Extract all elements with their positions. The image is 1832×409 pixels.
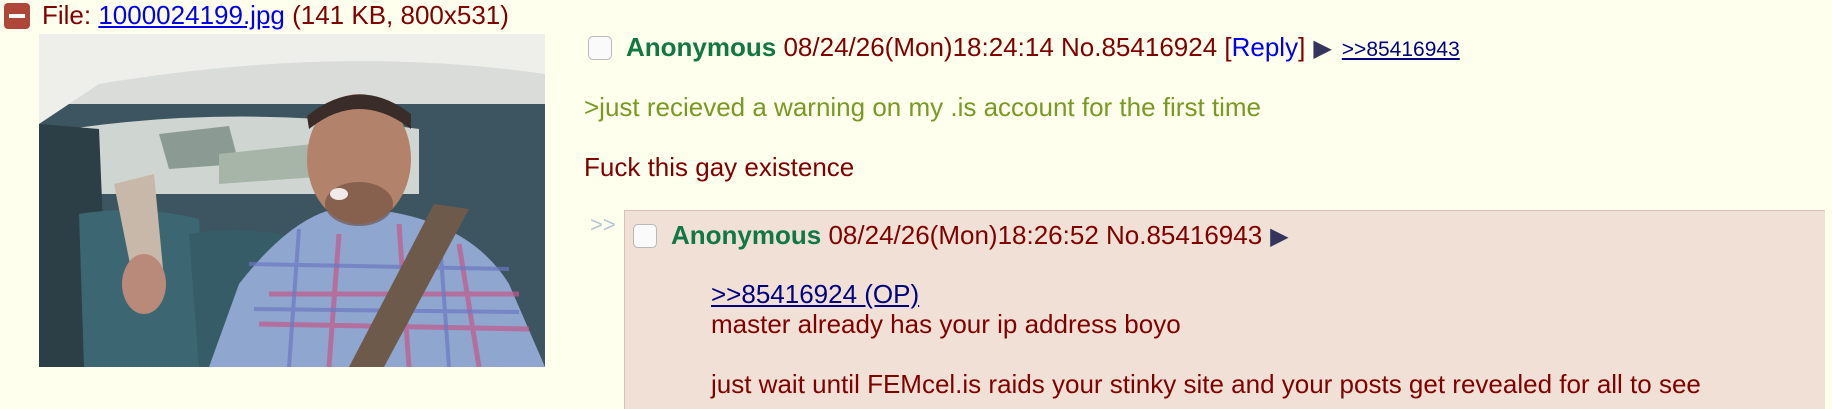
file-label: File: — [42, 0, 99, 30]
op-message: Fuck this gay existence — [584, 152, 855, 182]
reply-side-arrows: >> — [590, 212, 616, 237]
reply-bracket-open: [ — [1217, 32, 1232, 62]
reply-menu-arrow-icon[interactable]: ▶ — [1270, 223, 1288, 250]
reply-quote-link[interactable]: >>85416924 (OP) — [711, 279, 919, 309]
op-greentext: >just recieved a warning on my .is accou… — [584, 92, 1262, 122]
reply-poster-name: Anonymous — [671, 220, 822, 250]
file-link[interactable]: 1000024199.jpg — [98, 0, 285, 30]
hide-post-icon[interactable] — [4, 3, 30, 29]
post-thumbnail[interactable] — [39, 34, 545, 367]
driver-photo-image — [39, 34, 545, 367]
op-poster-name: Anonymous — [626, 32, 777, 62]
reply-message-line-2: just wait until FEMcel.is raids your sti… — [711, 369, 1701, 399]
reply-post: Anonymous 08/24/26(Mon)18:26:52 No.85416… — [624, 210, 1825, 409]
op-backlink[interactable]: >>85416943 — [1342, 38, 1460, 61]
reply-link[interactable]: Reply — [1232, 32, 1298, 62]
reply-datetime: 08/24/26(Mon)18:26:52 — [828, 220, 1099, 250]
file-info: File: 1000024199.jpg (141 KB, 800x531) — [4, 0, 509, 30]
reply-message-line-1: master already has your ip address boyo — [711, 309, 1181, 339]
post-menu-arrow-icon[interactable]: ▶ — [1313, 35, 1331, 62]
reply-post-header: Anonymous 08/24/26(Mon)18:26:52 No.85416… — [633, 217, 1299, 253]
reply-post-number[interactable]: No.85416943 — [1106, 220, 1262, 250]
reply-select-checkbox[interactable] — [633, 224, 657, 248]
file-meta: (141 KB, 800x531) — [284, 0, 509, 30]
op-datetime: 08/24/26(Mon)18:24:14 — [783, 32, 1054, 62]
op-post-number[interactable]: No.85416924 — [1061, 32, 1217, 62]
op-select-checkbox[interactable] — [588, 36, 612, 60]
op-post-header: Anonymous 08/24/26(Mon)18:24:14 No.85416… — [588, 30, 1460, 64]
reply-bracket-close: ] — [1298, 32, 1306, 62]
